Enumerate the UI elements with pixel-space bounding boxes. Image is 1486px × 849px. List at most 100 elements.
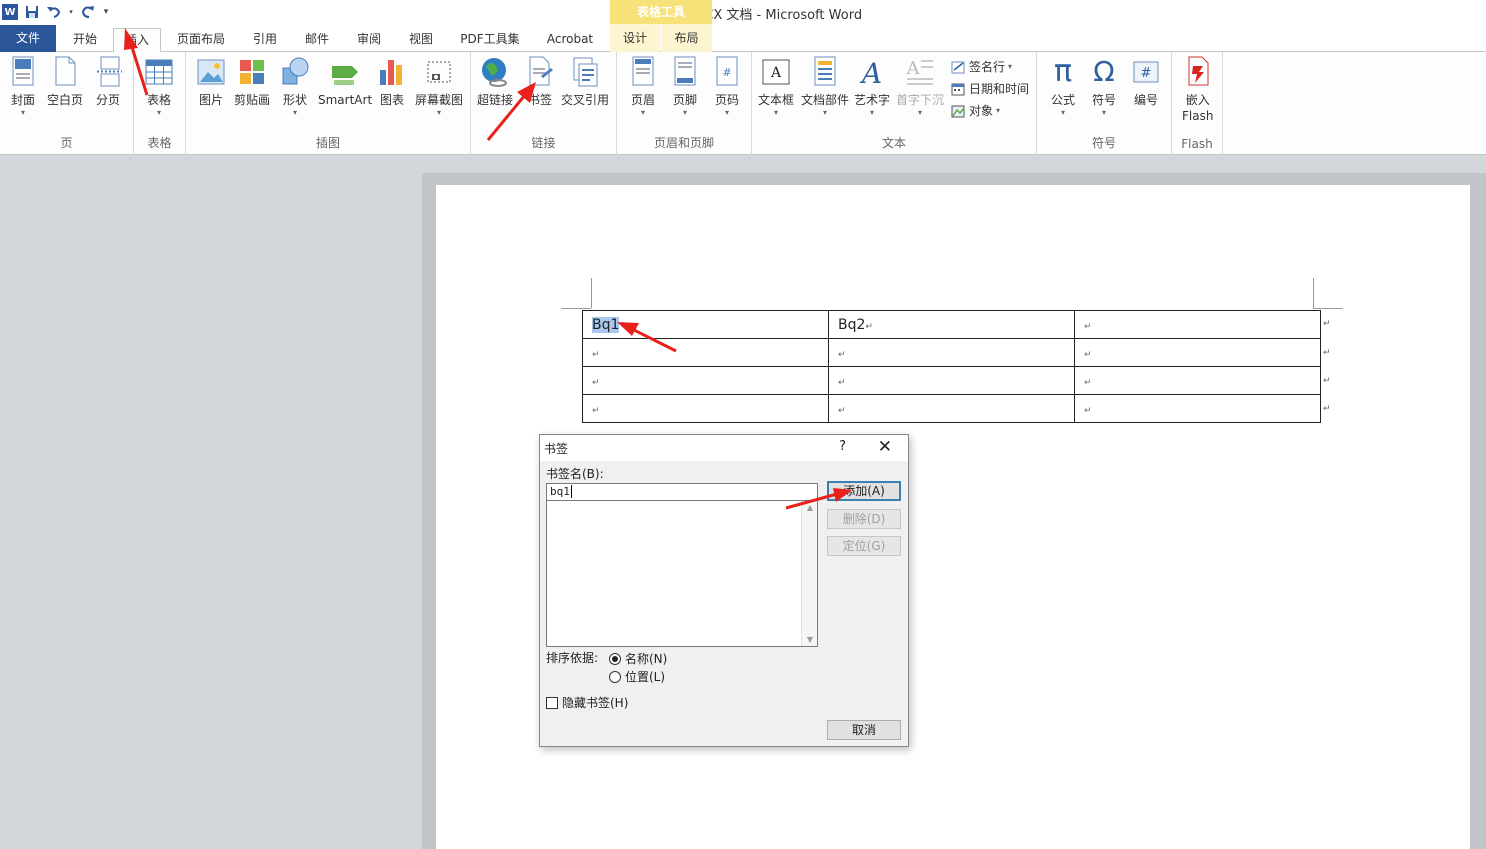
table-cell[interactable]: ↵	[1074, 394, 1321, 423]
numbering-button[interactable]: # 编号	[1131, 56, 1161, 108]
scroll-down-icon[interactable]: ▼	[802, 635, 818, 644]
drop-cap-icon: A	[905, 56, 935, 88]
cancel-button[interactable]: 取消	[827, 720, 901, 740]
symbol-button[interactable]: Ω 符号 ▾	[1089, 56, 1119, 118]
object-button[interactable]: 对象 ▾	[951, 102, 1000, 119]
tab-file[interactable]: 文件	[0, 25, 56, 52]
table-cell[interactable]: ↵	[582, 338, 829, 367]
blank-page-button[interactable]: 空白页	[47, 56, 83, 108]
cover-page-button[interactable]: 封面 ▾	[8, 56, 38, 118]
chevron-down-icon: ▾	[437, 108, 442, 117]
cross-reference-button[interactable]: 交叉引用	[561, 56, 609, 108]
svg-text:#: #	[722, 66, 731, 79]
wordart-button[interactable]: A 艺术字 ▾	[854, 56, 890, 118]
add-button[interactable]: 添加(A)	[827, 481, 901, 501]
group-tables: 表格 ▾ 表格	[134, 52, 186, 155]
group-pages: 封面 ▾ 空白页 分页 页	[0, 52, 134, 155]
table-cell[interactable]: ↵	[828, 338, 1075, 367]
help-icon[interactable]: ?	[839, 439, 846, 454]
header-button[interactable]: 页眉 ▾	[628, 56, 658, 118]
tab-references[interactable]: 引用	[240, 28, 290, 52]
table-button[interactable]: 表格 ▾	[144, 56, 174, 118]
tab-layout[interactable]: 布局	[661, 24, 712, 52]
scroll-up-icon[interactable]: ▲	[802, 503, 818, 512]
svg-text:A: A	[770, 65, 782, 81]
document-table[interactable]: Bq1 Bq2↵ ↵ ↵ ↵ ↵ ↵ ↵ ↵ ↵ ↵ ↵	[582, 310, 1321, 423]
table-cell[interactable]: ↵	[582, 366, 829, 395]
hyperlink-button[interactable]: 超链接	[477, 56, 513, 108]
tab-view[interactable]: 视图	[397, 28, 445, 52]
shapes-button[interactable]: 形状 ▾	[280, 56, 310, 118]
table-cell[interactable]: ↵	[828, 394, 1075, 423]
quick-parts-button[interactable]: 文档部件 ▾	[801, 56, 849, 118]
text-box-button[interactable]: A 文本框 ▾	[758, 56, 794, 118]
flash-icon	[1183, 56, 1213, 88]
signature-line-button[interactable]: 签名行 ▾	[951, 58, 1012, 75]
table-row: ↵ ↵ ↵	[582, 394, 1321, 423]
date-time-button[interactable]: 日期和时间	[951, 80, 1029, 97]
drop-cap-button[interactable]: A 首字下沉 ▾	[896, 56, 944, 118]
tab-pdf-tools[interactable]: PDF工具集	[450, 28, 530, 52]
chevron-down-icon: ▾	[724, 108, 729, 117]
crop-mark	[561, 308, 591, 309]
footer-icon	[670, 56, 700, 88]
tab-acrobat[interactable]: Acrobat	[536, 28, 604, 52]
sort-by-label: 排序依据:	[546, 651, 599, 665]
chevron-down-icon: ▾	[1101, 108, 1106, 117]
chevron-down-icon: ▾	[682, 108, 687, 117]
tab-mailings[interactable]: 邮件	[293, 28, 341, 52]
crop-mark	[1313, 278, 1314, 308]
footer-button[interactable]: 页脚 ▾	[670, 56, 700, 118]
chevron-down-icon: ▾	[20, 108, 25, 117]
sort-by-location-radio[interactable]: 位置(L)	[609, 668, 665, 685]
smartart-icon	[330, 56, 360, 88]
chevron-down-icon: ▾	[1008, 62, 1013, 71]
row-end-mark: ↵	[1323, 319, 1331, 329]
page-number-button[interactable]: # 页码 ▾	[712, 56, 742, 118]
table-cell[interactable]: ↵	[1074, 310, 1321, 339]
chart-button[interactable]: 图表	[377, 56, 407, 108]
group-links: 超链接 书签 交叉引用 链接	[471, 52, 617, 155]
equation-button[interactable]: π 公式 ▾	[1048, 56, 1078, 118]
tab-insert[interactable]: 插入	[113, 28, 161, 53]
tab-home[interactable]: 开始	[60, 28, 110, 52]
picture-button[interactable]: 图片	[196, 56, 226, 108]
table-tools-context-header: 表格工具	[610, 0, 712, 24]
bookmark-list[interactable]: ▲ ▼	[546, 500, 818, 647]
tab-review[interactable]: 审阅	[345, 28, 393, 52]
table-cell[interactable]: Bq1	[582, 310, 829, 339]
embed-flash-button[interactable]: 嵌入 Flash	[1182, 56, 1213, 124]
shapes-icon	[280, 56, 310, 88]
table-row: Bq1 Bq2↵ ↵	[582, 310, 1321, 339]
table-cell[interactable]: Bq2↵	[828, 310, 1075, 339]
bookmark-button[interactable]: 书签	[525, 56, 555, 108]
tab-page-layout[interactable]: 页面布局	[168, 28, 234, 52]
table-cell[interactable]: ↵	[582, 394, 829, 423]
table-cell[interactable]: ↵	[1074, 366, 1321, 395]
sort-by-name-radio[interactable]: 名称(N)	[609, 650, 667, 667]
table-row: ↵ ↵ ↵	[582, 338, 1321, 367]
table-cell[interactable]: ↵	[1074, 338, 1321, 367]
goto-button[interactable]: 定位(G)	[827, 536, 901, 556]
selected-text[interactable]: Bq1	[592, 316, 620, 333]
delete-button[interactable]: 删除(D)	[827, 509, 901, 529]
dialog-title: 书签	[544, 442, 569, 456]
hidden-bookmarks-checkbox[interactable]: 隐藏书签(H)	[546, 694, 628, 711]
globe-link-icon	[480, 56, 510, 88]
tab-design[interactable]: 设计	[610, 24, 660, 52]
clip-art-button[interactable]: 剪贴画	[234, 56, 270, 108]
ribbon: 封面 ▾ 空白页 分页 页 表格 ▾ 表格 图片 剪贴画 形状 ▾ SmartA…	[0, 52, 1486, 155]
group-text: A 文本框 ▾ 文档部件 ▾ A 艺术字 ▾ A 首字下沉 ▾ 签名行 ▾ 日期…	[752, 52, 1037, 155]
table-cell[interactable]: ↵	[828, 366, 1075, 395]
bookmark-name-input[interactable]: bq1	[546, 483, 818, 501]
group-symbols: π 公式 ▾ Ω 符号 ▾ # 编号 符号	[1037, 52, 1172, 155]
close-icon[interactable]: ✕	[878, 437, 892, 457]
bookmark-list-scrollbar[interactable]: ▲ ▼	[801, 501, 817, 646]
smartart-button[interactable]: SmartArt	[318, 56, 372, 108]
page-break-button[interactable]: 分页	[93, 56, 123, 108]
group-header-footer: 页眉 ▾ 页脚 ▾ # 页码 ▾ 页眉和页脚	[617, 52, 752, 155]
screenshot-button[interactable]: 屏幕截图 ▾	[415, 56, 463, 118]
checkbox-icon	[546, 696, 558, 709]
cover-page-icon	[8, 56, 38, 88]
dialog-titlebar[interactable]: 书签 ? ✕	[540, 435, 908, 461]
